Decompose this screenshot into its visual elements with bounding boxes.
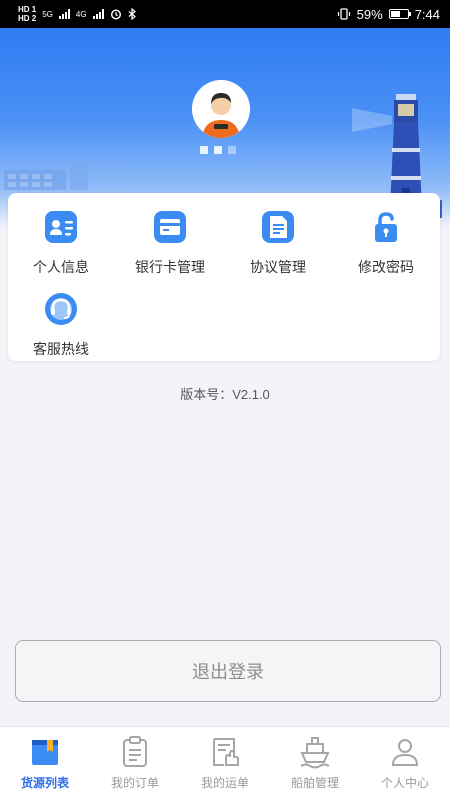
menu-label-customer-service: 客服热线 <box>33 341 89 357</box>
headset-icon <box>45 293 77 325</box>
menu-card: 个人信息 银行卡管理 协议管理 修改密码 客服热线 <box>8 193 440 361</box>
bank-card-icon <box>154 211 186 243</box>
avatar[interactable] <box>192 80 250 138</box>
battery-icon <box>388 9 411 19</box>
network-4g: 4G <box>75 9 87 19</box>
hd-bottom: HD 2 <box>18 14 37 23</box>
menu-label-personal-info: 个人信息 <box>33 259 89 275</box>
person-icon <box>391 739 419 766</box>
vibrate-icon <box>337 8 350 20</box>
menu-item-bank-card[interactable]: 银行卡管理 <box>120 209 220 281</box>
bluetooth-icon <box>128 8 136 20</box>
tab-personal-center[interactable]: 个人中心 <box>360 727 450 800</box>
ship-icon <box>300 737 330 769</box>
network-5g: 5G <box>42 9 53 19</box>
hd-top: HD 1 <box>18 5 37 14</box>
menu-item-customer-service[interactable]: 客服热线 <box>11 291 111 363</box>
signal-icon <box>58 9 70 19</box>
tab-ship-management[interactable]: 船舶管理 <box>270 727 360 800</box>
document-icon <box>262 211 294 243</box>
waybill-icon <box>213 738 239 766</box>
book-icon <box>32 740 58 765</box>
battery-percent: 59% <box>356 6 383 22</box>
clock: 7:44 <box>414 6 440 22</box>
id-card-icon <box>45 211 77 243</box>
tab-my-orders[interactable]: 我的订单 <box>90 727 180 800</box>
tab-label-ship-management: 船舶管理 <box>290 776 339 790</box>
signal-icon-2 <box>92 9 104 19</box>
tab-label-my-orders: 我的订单 <box>110 776 159 790</box>
bottom-tab-bar: 货源列表 我的订单 我的运单 船舶管理 个人中心 <box>0 726 450 800</box>
hd-indicator: HD 1 HD 2 <box>18 5 36 23</box>
tab-label-cargo-list: 货源列表 <box>20 776 69 790</box>
menu-label-change-password: 修改密码 <box>358 259 414 275</box>
tab-my-waybills[interactable]: 我的运单 <box>180 727 270 800</box>
menu-label-agreements: 协议管理 <box>250 259 306 275</box>
tab-label-personal-center: 个人中心 <box>380 776 429 790</box>
menu-label-bank-card: 银行卡管理 <box>135 259 205 275</box>
city-skyline-illustration <box>4 162 88 190</box>
logout-button[interactable]: 退出登录 <box>15 640 441 702</box>
version-label: 版本号：V2.1.0 <box>180 387 270 402</box>
status-right: 59% 7:44 <box>337 7 440 22</box>
unlock-icon <box>375 212 397 242</box>
status-bar: HD 1 HD 2 5G 4G 59% 7:44 <box>0 0 450 28</box>
alarm-icon <box>110 9 121 20</box>
menu-item-personal-info[interactable]: 个人信息 <box>11 209 111 281</box>
user-avatar-icon <box>192 80 250 138</box>
menu-item-change-password[interactable]: 修改密码 <box>336 209 436 281</box>
clipboard-icon <box>123 736 147 767</box>
menu-item-agreements[interactable]: 协议管理 <box>228 209 328 281</box>
tab-label-my-waybills: 我的运单 <box>200 776 249 790</box>
username-masked <box>200 146 248 156</box>
tab-cargo-list[interactable]: 货源列表 <box>0 727 90 800</box>
status-left: HD 1 HD 2 5G 4G <box>18 5 137 23</box>
